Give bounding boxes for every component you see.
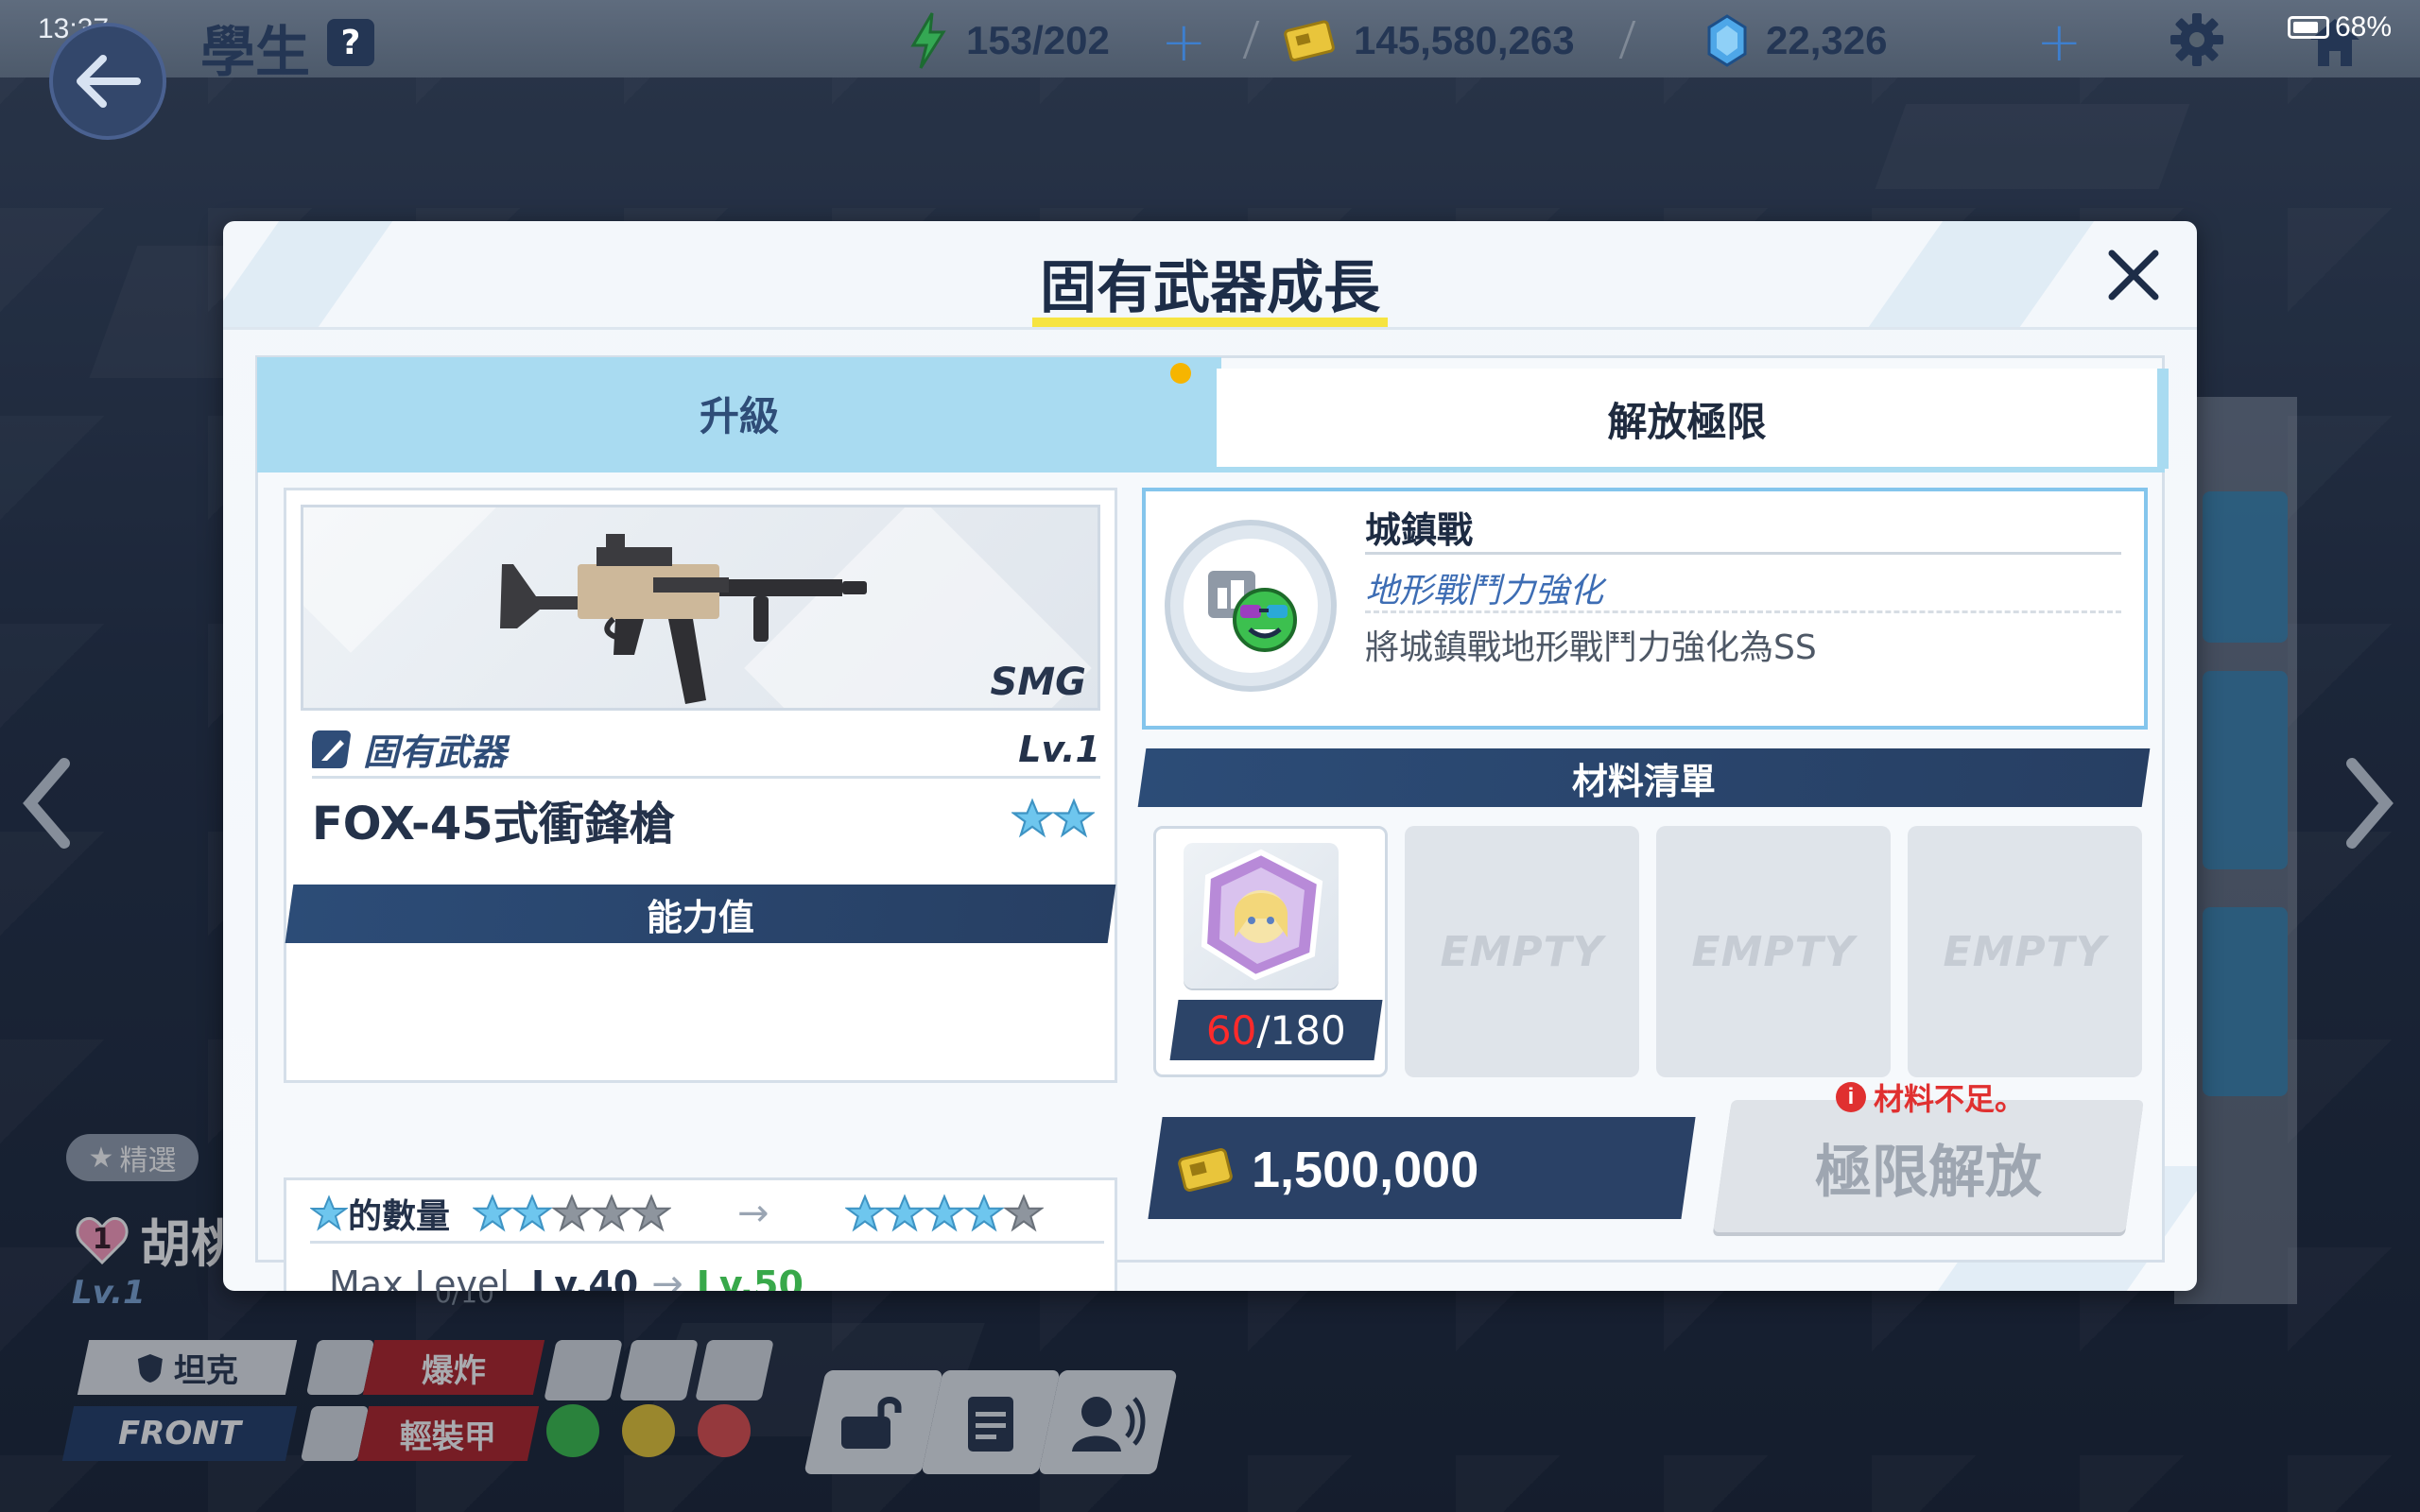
star-filled-icon	[1053, 798, 1095, 838]
smg-weapon-icon	[500, 534, 867, 704]
battery-status: 68%	[2287, 11, 2392, 43]
help-button[interactable]: ?	[327, 19, 374, 66]
star-filled-icon	[963, 1193, 1004, 1232]
weapon-name: FOX-45式衝鋒槍	[312, 798, 675, 850]
gem-icon	[1707, 14, 1747, 67]
weapon-level: Lv.1	[1018, 728, 1100, 770]
ap-counter: 153/202	[908, 12, 1110, 69]
star-empty-icon	[631, 1193, 672, 1232]
unique-weapon-icon	[312, 730, 351, 768]
back-button[interactable]	[49, 23, 166, 140]
tab-upgrade[interactable]: 升級	[257, 357, 1221, 469]
star-filled-icon	[473, 1193, 513, 1232]
ap-plus-icon[interactable]: +	[1161, 14, 1207, 69]
max-level-row: Max Level Lv.40 → Lv.50	[314, 1253, 1104, 1292]
title-underline	[1032, 318, 1388, 327]
header-divider	[223, 327, 2197, 330]
weapon-class-label: SMG	[990, 661, 1086, 704]
material-slot-empty: EMPTY	[1908, 826, 2142, 1077]
star-empty-icon	[552, 1193, 593, 1232]
weapon-type-row: 固有武器 Lv.1	[312, 722, 1100, 779]
star-filled-icon	[844, 1193, 885, 1232]
weapon-star-rating	[1011, 798, 1095, 839]
skill-icon	[1184, 539, 1318, 673]
star-count-from	[473, 1193, 672, 1233]
star-empty-icon	[592, 1193, 632, 1232]
page-title: 學生	[200, 20, 311, 84]
notification-dot	[1170, 363, 1191, 384]
skill-description: 將城鎮戰地形戰鬥力強化為SS	[1365, 628, 1817, 667]
credit-icon	[1284, 20, 1335, 61]
modal-title: 固有武器成長	[1040, 255, 1380, 321]
battery-icon	[2287, 16, 2329, 39]
weapon-image: SMG	[301, 505, 1100, 711]
credit-icon	[1178, 1148, 1233, 1192]
credit-counter: 145,580,263	[1284, 13, 1575, 68]
student-eleph-icon	[1201, 849, 1323, 981]
skill-name: 城鎮戰	[1365, 509, 1474, 551]
material-count: 60/180	[1169, 1000, 1383, 1060]
arrow-icon: →	[651, 1262, 683, 1292]
star-filled-icon	[924, 1193, 964, 1232]
cost-display: 1,500,000	[1176, 1132, 1478, 1208]
star-empty-icon	[1003, 1193, 1044, 1232]
warning-icon: i	[1836, 1082, 1866, 1112]
tab-strip	[257, 467, 2165, 472]
energy-icon	[910, 12, 946, 69]
gem-counter: 22,326	[1705, 13, 1887, 68]
limit-break-label: 極限解放	[1815, 1140, 2042, 1206]
sunglasses-face-icon	[1233, 588, 1297, 652]
weapon-growth-modal: 固有武器成長 升級 解放極限 SMG 固有武器 Lv.1 FOX-45式衝鋒槍 …	[223, 221, 2197, 1291]
star-filled-icon	[512, 1193, 553, 1232]
gear-icon[interactable]	[2169, 11, 2225, 68]
materials-header: 材料清單	[1137, 748, 2151, 807]
skill-subtitle: 地形戰鬥力強化	[1365, 572, 1604, 610]
material-slot-empty: EMPTY	[1656, 826, 1891, 1077]
gem-plus-icon[interactable]: +	[2036, 14, 2083, 69]
tab-limit-break[interactable]: 解放極限	[1214, 369, 2169, 469]
stats-header: 能力值	[285, 885, 1116, 943]
star-icon	[310, 1194, 348, 1231]
star-filled-icon	[1011, 798, 1053, 838]
star-count-to	[844, 1193, 1044, 1233]
back-arrow-icon	[77, 55, 141, 108]
star-filled-icon	[884, 1193, 925, 1232]
insufficient-materials-warning: i 材料不足。	[1836, 1075, 2025, 1119]
close-icon[interactable]	[2100, 242, 2167, 308]
star-count-row: 的數量 →	[310, 1185, 1104, 1244]
arrow-icon: →	[737, 1191, 769, 1235]
material-slot-empty: EMPTY	[1405, 826, 1639, 1077]
material-item	[1184, 843, 1339, 988]
